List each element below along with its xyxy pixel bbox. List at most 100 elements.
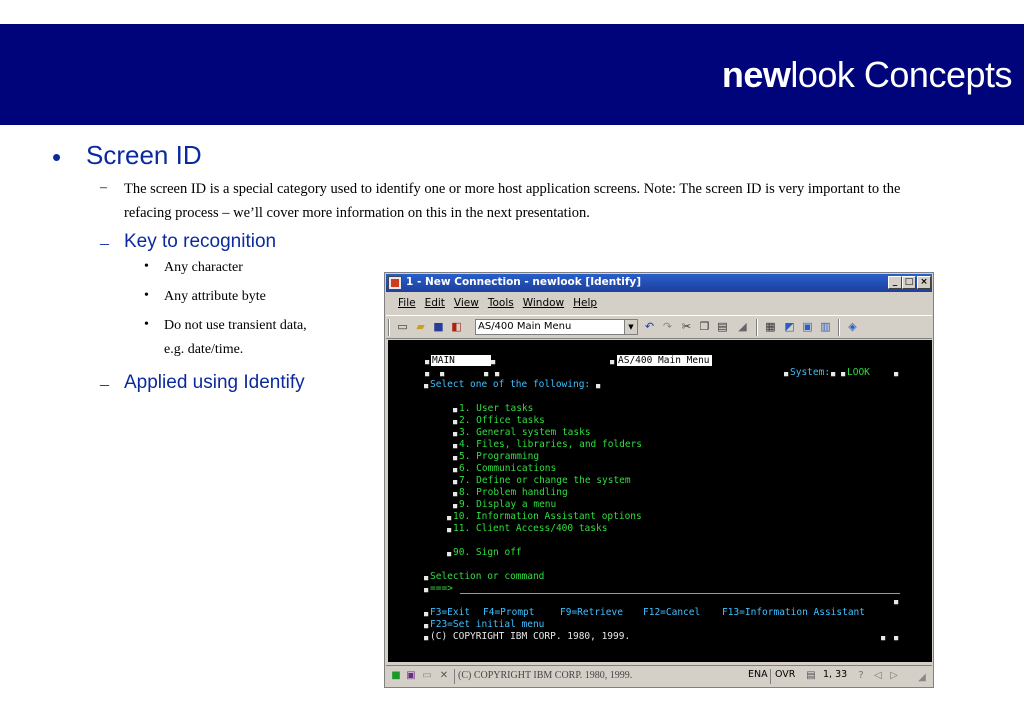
- menu-view[interactable]: View: [454, 297, 479, 309]
- layout-icon[interactable]: ▣: [800, 320, 815, 334]
- slide-title-rest: look Concepts: [790, 54, 1012, 95]
- resize-grip-icon[interactable]: ◢: [916, 672, 928, 684]
- attribute-marker: ■: [841, 370, 846, 378]
- bullet-dot-small: •: [144, 259, 149, 274]
- attribute-marker: ■: [424, 574, 429, 582]
- menu-window[interactable]: Window: [523, 297, 564, 309]
- attribute-marker: ■: [491, 358, 496, 366]
- copyright-text: (C) COPYRIGHT IBM CORP. 1980, 1999.: [430, 631, 631, 642]
- identify-icon[interactable]: ◈: [845, 320, 860, 334]
- key-to-recognition-heading: Key to recognition: [124, 231, 277, 252]
- attribute-marker: ■: [453, 466, 458, 474]
- eraser-icon[interactable]: ◢: [735, 320, 750, 334]
- menu-option[interactable]: 9. Display a menu: [459, 499, 556, 511]
- applied-using-identify: Applied using Identify: [124, 372, 305, 393]
- menu-file[interactable]: File: [398, 297, 416, 309]
- properties-icon[interactable]: ▦: [763, 320, 778, 334]
- screen-name-field: MAIN: [431, 355, 491, 366]
- toolbar-separator: [756, 319, 758, 336]
- chevron-right-icon[interactable]: ▷: [888, 670, 900, 682]
- attribute-marker: ■: [894, 598, 899, 606]
- fkey-f3[interactable]: F3=Exit: [430, 607, 470, 619]
- window-title: 1 - New Connection - newlook [Identify]: [406, 276, 642, 288]
- attribute-marker: ■: [894, 370, 899, 378]
- edit-screen-icon[interactable]: ◩: [782, 320, 797, 334]
- screen-select[interactable]: AS/400 Main Menu ▼: [475, 319, 638, 335]
- toolbar: ▭ ▰ ■ ◧ AS/400 Main Menu ▼ ↶ ↷ ✂ ❐ ▤ ◢ ▦…: [386, 315, 932, 339]
- key-item-2: Any attribute byte: [164, 289, 266, 304]
- command-prompt: ===>: [430, 583, 453, 594]
- attribute-marker: ■: [610, 358, 615, 366]
- cursor-position: 1, 33: [823, 669, 848, 680]
- save-icon[interactable]: ■: [431, 320, 446, 334]
- dash-marker: –: [100, 233, 109, 253]
- menu-option[interactable]: 8. Problem handling: [459, 487, 568, 499]
- insert-mode-indicator: OVR: [775, 669, 796, 680]
- newlook-window: 1 - New Connection - newlook [Identify] …: [384, 272, 934, 688]
- slide-header: newlook Concepts: [0, 24, 1024, 125]
- system-value: LOOK: [847, 367, 870, 378]
- cursor-position-icon: ▤: [806, 670, 816, 681]
- cut-icon[interactable]: ✂: [679, 320, 694, 334]
- fkey-f4[interactable]: F4=Prompt: [483, 607, 534, 619]
- status-bar: ■ ▣ ▭ ✕ (C) COPYRIGHT IBM CORP. 1980, 19…: [386, 665, 932, 686]
- menu-tools[interactable]: Tools: [488, 297, 514, 309]
- undo-icon[interactable]: ↶: [642, 320, 657, 334]
- key-item-3: Do not use transient data, e.g. date/tim…: [164, 318, 307, 357]
- menu-option[interactable]: 5. Programming: [459, 451, 539, 463]
- open-folder-icon[interactable]: ▰: [413, 320, 428, 334]
- keyboard-icon[interactable]: ▭: [421, 670, 433, 682]
- menu-option[interactable]: 3. General system tasks: [459, 427, 591, 439]
- print-icon[interactable]: ▣: [405, 670, 417, 682]
- attribute-marker: ■: [424, 634, 429, 642]
- disconnect-icon[interactable]: ✕: [438, 670, 450, 682]
- terminal-screen[interactable]: ■ MAIN ■ ■ AS/400 Main Menu ■ ■ ■ ■ ■ Sy…: [388, 340, 932, 662]
- attribute-marker: ■: [424, 382, 429, 390]
- maximize-button[interactable]: □: [902, 276, 916, 289]
- system-label: System:: [790, 367, 831, 378]
- window-titlebar[interactable]: 1 - New Connection - newlook [Identify] …: [386, 274, 932, 292]
- menu-option[interactable]: 1. User tasks: [459, 403, 533, 415]
- attribute-marker: ■: [425, 358, 430, 366]
- menu-option[interactable]: 4. Files, libraries, and folders: [459, 439, 642, 451]
- fkey-f12[interactable]: F12=Cancel: [643, 607, 700, 619]
- copy-icon[interactable]: ❐: [697, 320, 712, 334]
- script-icon[interactable]: ▥: [818, 320, 833, 334]
- fkey-f9[interactable]: F9=Retrieve: [560, 607, 623, 619]
- attribute-marker: ■: [447, 526, 452, 534]
- new-file-icon[interactable]: ▭: [395, 320, 410, 334]
- help-icon[interactable]: ?: [855, 670, 867, 682]
- bullet-screen-id-text: Screen ID: [86, 140, 202, 170]
- menu-help[interactable]: Help: [573, 297, 597, 309]
- menu-edit[interactable]: Edit: [425, 297, 445, 309]
- connect-icon[interactable]: ◧: [449, 320, 464, 334]
- close-button[interactable]: ×: [917, 276, 931, 289]
- dash-marker: –: [100, 374, 109, 394]
- attribute-marker: ■: [453, 418, 458, 426]
- redo-icon[interactable]: ↷: [660, 320, 675, 334]
- bullet-dot-small: •: [144, 317, 149, 332]
- fkey-f23[interactable]: F23=Set initial menu: [430, 619, 544, 631]
- attribute-marker: ■: [424, 622, 429, 630]
- menu-option[interactable]: 10. Information Assistant options: [453, 511, 642, 523]
- command-input[interactable]: [460, 593, 900, 594]
- screen-select-value: AS/400 Main Menu: [478, 321, 572, 332]
- chevron-down-icon[interactable]: ▼: [624, 320, 637, 334]
- menu-option[interactable]: 7. Define or change the system: [459, 475, 631, 487]
- connection-status-icon[interactable]: ■: [390, 670, 402, 682]
- menu-option[interactable]: 2. Office tasks: [459, 415, 545, 427]
- paste-icon[interactable]: ▤: [715, 320, 730, 334]
- menu-bar: File Edit View Tools Window Help: [386, 293, 932, 313]
- menu-option[interactable]: 90. Sign off: [453, 547, 522, 559]
- menu-option[interactable]: 6. Communications: [459, 463, 556, 475]
- minimize-button[interactable]: _: [888, 276, 902, 289]
- chevron-left-icon[interactable]: ◁: [872, 670, 884, 682]
- menu-title-field: AS/400 Main Menu: [617, 355, 712, 366]
- select-prompt: Select one of the following:: [430, 379, 591, 390]
- fkey-f13[interactable]: F13=Information Assistant: [722, 607, 865, 619]
- attribute-marker: ■: [894, 634, 899, 642]
- attribute-marker: ■: [453, 430, 458, 438]
- attribute-marker: ■: [453, 454, 458, 462]
- menu-option[interactable]: 11. Client Access/400 tasks: [453, 523, 607, 535]
- slide-title: newlook Concepts: [722, 54, 1013, 96]
